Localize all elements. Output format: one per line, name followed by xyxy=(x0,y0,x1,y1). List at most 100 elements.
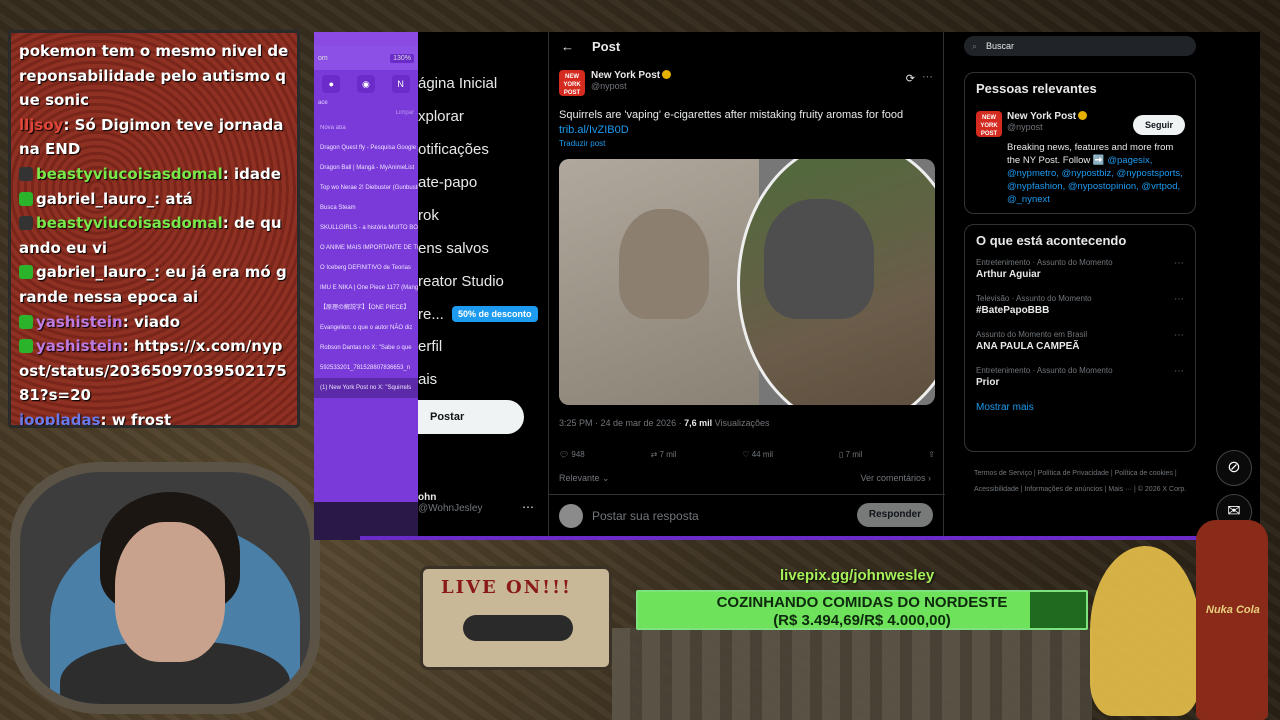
browser-tab[interactable]: 【原理の解説字】【ONE PIECE】 xyxy=(314,298,418,318)
bookmark-action[interactable]: ▯ 7 mil xyxy=(839,450,863,459)
machine-decoration xyxy=(612,628,1092,720)
nav-notifications[interactable]: otificações xyxy=(418,141,489,158)
browser-tab[interactable]: Evangelion: o que o autor NÃO diz xyxy=(314,318,418,338)
footer-links[interactable]: Termos de Serviço | Política de Privacid… xyxy=(974,466,1194,498)
nav-chat[interactable]: ate-papo xyxy=(418,174,477,191)
retweet-action[interactable]: ⇄ 7 mil xyxy=(651,450,677,459)
browser-tab[interactable]: Robson Dantas no X: "Sabe o que xyxy=(314,338,418,358)
chat-message: joopladas: w frost xyxy=(19,410,172,428)
browser-tab[interactable]: Busca Steam xyxy=(314,198,418,218)
panel-label: ace xyxy=(318,100,328,106)
show-more-link[interactable]: Mostrar mais xyxy=(976,402,1184,413)
more-options-icon[interactable]: ⋯ xyxy=(522,500,534,514)
check-badge-icon xyxy=(19,265,33,280)
trending-card: O que está acontecendo Entretenimento · … xyxy=(964,224,1196,452)
page-title: Post xyxy=(592,38,621,54)
browser-titlebar xyxy=(314,32,418,46)
trend-more-icon[interactable]: ⋯ xyxy=(1174,294,1184,305)
grok-icon[interactable]: ⟳ xyxy=(906,72,915,85)
browser-tab[interactable]: SKULLGIRLS - a história MUITO BOA xyxy=(314,218,418,238)
post-button[interactable]: Postar xyxy=(418,400,524,434)
notion-icon[interactable]: N xyxy=(391,75,410,93)
share-icon[interactable]: ⇪ xyxy=(928,450,935,459)
author-name[interactable]: New York Post xyxy=(591,70,660,81)
nav-explore[interactable]: xplorar xyxy=(418,108,464,125)
trend-item[interactable]: Televisão · Assunto do Momento #BatePapoB… xyxy=(976,294,1184,316)
tweet-more-icon[interactable]: ⋯ xyxy=(922,70,933,83)
tweet-actions: 💬︎ 948 ⇄ 7 mil ♡ 44 mil ▯ 7 mil ⇪ xyxy=(559,450,935,459)
divider xyxy=(360,536,1240,540)
search-input[interactable]: ⌕ Buscar xyxy=(964,36,1196,56)
reply-button[interactable]: Responder xyxy=(857,503,933,527)
browser-tab[interactable]: Dragon Ball | Mangá - MyAnimeList xyxy=(314,158,418,178)
nypost-avatar-small[interactable]: NEW YORK POST xyxy=(976,111,1002,137)
bottle-label: Nuka Cola xyxy=(1206,604,1260,616)
address-bar[interactable]: om 130% xyxy=(314,46,418,70)
chat-message: pokemon tem o mesmo nivel de reponsabili… xyxy=(19,42,289,110)
browser-tab[interactable]: (1) New York Post no X: "Squirrels xyxy=(314,378,418,398)
browser-tab-panel: om 130% ● ◉ N ace Limpar Nova aba Dragon … xyxy=(314,32,418,540)
browser-tab[interactable]: Top wo Nerae 2! Diebuster (Gunbuster 2) xyxy=(314,178,418,198)
browser-tab[interactable]: O Iceberg DEFINITIVO de Teorias xyxy=(314,258,418,278)
nav-premium[interactable]: re... xyxy=(418,306,444,323)
back-arrow-icon[interactable]: ← xyxy=(561,39,574,54)
browser-tab[interactable]: 592533201_781528807836653_n xyxy=(314,358,418,378)
view-comments-link[interactable]: Ver comentários › xyxy=(860,473,931,483)
browser-tab[interactable]: O ANIME MAIS IMPORTANTE DE TODOS xyxy=(314,238,418,258)
trending-title: O que está acontecendo xyxy=(976,233,1127,248)
account-switcher[interactable]: ohn @WohnJesley xyxy=(418,492,482,514)
chat-message: beastyviucoisasdomal: idade xyxy=(19,162,289,187)
badge-icon xyxy=(19,216,33,231)
person-name[interactable]: New York Post xyxy=(1007,111,1076,122)
new-tab-item[interactable]: Nova aba xyxy=(314,118,418,138)
nav-profile[interactable]: erfil xyxy=(418,338,442,355)
tweet-image[interactable] xyxy=(559,159,935,405)
quick-links: ● ◉ N xyxy=(314,70,418,98)
x-window: ágina Inicial xplorar otificações ate-pa… xyxy=(418,32,1260,540)
nav-more[interactable]: ais xyxy=(418,371,437,388)
verified-icon xyxy=(1078,111,1088,120)
donation-goal-bar: COZINHANDO COMIDAS DO NORDESTE (R$ 3.494,… xyxy=(636,590,1088,630)
like-action[interactable]: ♡ 44 mil xyxy=(742,450,773,459)
zoom-level[interactable]: 130% xyxy=(390,53,414,63)
trend-item[interactable]: Assunto do Momento em Brasil ANA PAULA CA… xyxy=(976,330,1184,352)
cassette-decoration: LIVE ON!!! xyxy=(420,566,612,670)
tweet-author[interactable]: NEW YORK POST New York Post @nypost xyxy=(559,70,672,96)
trend-more-icon[interactable]: ⋯ xyxy=(1174,258,1184,269)
badge-icon xyxy=(19,166,33,181)
chat-message: yashistein: viado xyxy=(19,310,289,335)
squirrel-left xyxy=(619,209,709,319)
trend-item[interactable]: Entretenimento · Assunto do Momento Prior… xyxy=(976,366,1184,388)
nav-saved[interactable]: ens salvos xyxy=(418,240,489,257)
nav-grok[interactable]: rok xyxy=(418,207,439,224)
trend-more-icon[interactable]: ⋯ xyxy=(1174,330,1184,341)
translate-link[interactable]: Traduzir post xyxy=(559,139,605,148)
tweet-link[interactable]: trib.al/IvZIB0D xyxy=(559,124,629,136)
sort-relevant[interactable]: Relevante ⌄ xyxy=(559,473,610,484)
trend-item[interactable]: Entretenimento · Assunto do Momento Arthu… xyxy=(976,258,1184,280)
browser-tab[interactable]: Dragon Quest fly - Pesquisa Google xyxy=(314,138,418,158)
nav-creator-studio[interactable]: reator Studio xyxy=(418,273,504,290)
browser-tab[interactable]: IMU E NIKA | One Piece 1177 (Mangá) xyxy=(314,278,418,298)
person-handle[interactable]: @nypost xyxy=(1007,122,1087,132)
chat-message: gabriel_lauro_: atá xyxy=(19,187,289,212)
author-handle[interactable]: @nypost xyxy=(591,81,671,91)
trend-more-icon[interactable]: ⋯ xyxy=(1174,366,1184,377)
livepix-url: livepix.gg/johnwesley xyxy=(780,567,935,584)
reply-input[interactable]: Postar sua resposta xyxy=(592,509,699,523)
grok-fab-icon[interactable]: ⊘ xyxy=(1216,450,1252,486)
tweet-text: Squirrels are 'vaping' e-cigarettes afte… xyxy=(559,109,904,136)
stream-chat: pokemon tem o mesmo nivel de reponsabili… xyxy=(8,30,300,428)
nypost-avatar[interactable]: NEW YORK POST xyxy=(559,70,585,96)
x-sidebar-nav: ágina Inicial xplorar otificações ate-pa… xyxy=(418,32,546,540)
vault-boy-decoration xyxy=(1090,546,1200,716)
goal-text: COZINHANDO COMIDAS DO NORDESTE (R$ 3.494,… xyxy=(716,594,1008,629)
tweet-meta: 3:25 PM · 24 de mar de 2026 · 7,6 mil Vi… xyxy=(559,418,770,428)
github-icon[interactable]: ◉ xyxy=(356,75,375,93)
nuka-cola-bottle: Nuka Cola xyxy=(1196,520,1268,720)
reply-action[interactable]: 💬︎ 948 xyxy=(559,450,585,459)
nav-home[interactable]: ágina Inicial xyxy=(418,75,497,92)
shortcut-icon[interactable]: ● xyxy=(322,75,341,93)
follow-button[interactable]: Seguir xyxy=(1133,115,1185,135)
clear-link[interactable]: Limpar xyxy=(314,108,418,118)
